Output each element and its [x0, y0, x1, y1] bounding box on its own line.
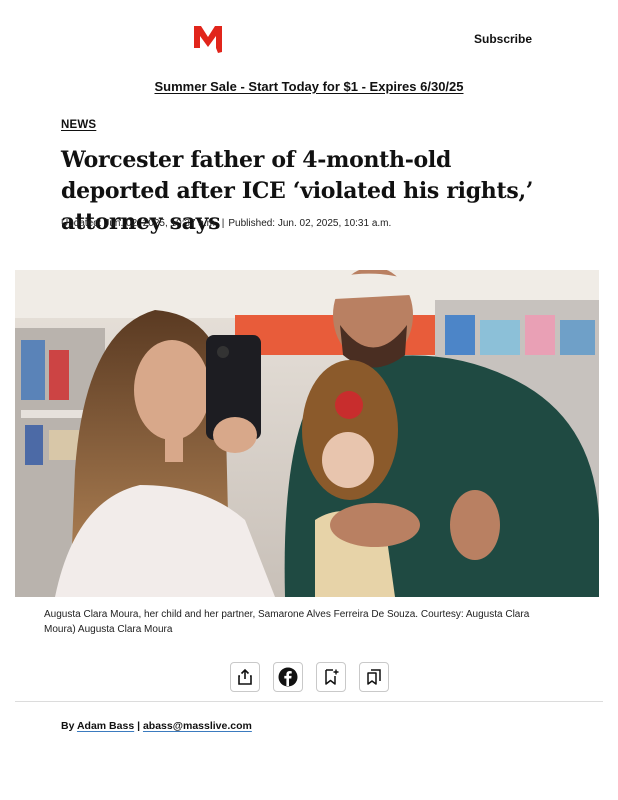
facebook-icon: [278, 667, 297, 687]
logo-mark-icon: [194, 26, 222, 53]
facebook-share-button[interactable]: [272, 662, 303, 692]
site-header: Subscribe: [0, 0, 618, 76]
article-photo[interactable]: [15, 270, 599, 597]
divider: [15, 701, 603, 702]
saved-list-icon: [366, 669, 381, 685]
promo-banner-link[interactable]: Summer Sale - Start Today for $1 - Expir…: [0, 79, 618, 94]
saved-list-button[interactable]: [358, 662, 389, 692]
section-label-link[interactable]: NEWS: [61, 119, 96, 131]
photo-illustration: [15, 270, 599, 597]
share-button[interactable]: [229, 662, 260, 692]
author-link[interactable]: Adam Bass: [77, 720, 134, 732]
byline-prefix: By: [61, 720, 75, 732]
share-toolbar: [0, 662, 618, 692]
photo-caption: Augusta Clara Moura, her child and her p…: [44, 609, 530, 635]
byline-separator: |: [137, 720, 141, 732]
bookmark-button[interactable]: [315, 662, 346, 692]
byline: By Adam Bass | abass@masslive.com: [61, 720, 252, 732]
bookmark-add-icon: [324, 669, 338, 685]
masslive-logo[interactable]: [192, 24, 224, 54]
published-date: Published: Jun. 02, 2025, 10:31 a.m.: [228, 218, 392, 229]
updated-date: Updated: Jun. 02, 2025, 10:37 a.m.: [61, 218, 218, 229]
subscribe-link[interactable]: Subscribe: [474, 32, 532, 46]
author-email-link[interactable]: abass@masslive.com: [143, 720, 252, 732]
share-icon: [237, 668, 252, 685]
date-separator: |: [221, 218, 225, 229]
article-dates: Updated: Jun. 02, 2025, 10:37 a.m. | Publi…: [61, 218, 391, 229]
